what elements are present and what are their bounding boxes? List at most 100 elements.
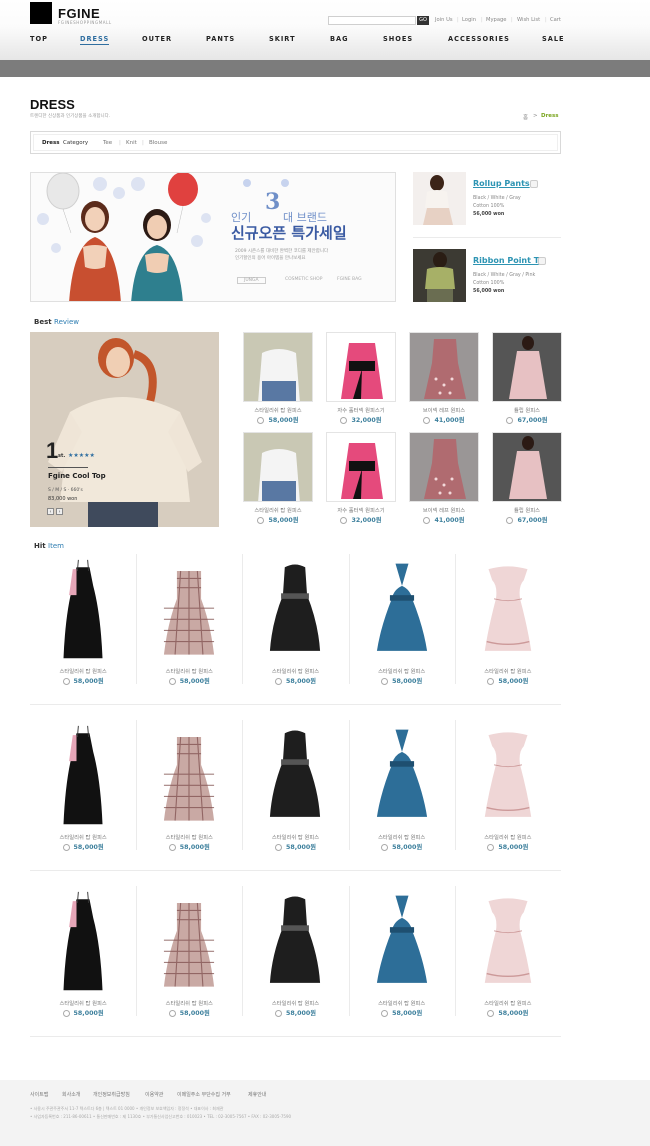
zoom-icon[interactable]	[381, 843, 389, 851]
zoom-icon[interactable]	[274, 677, 282, 685]
product-thumb[interactable]	[409, 332, 479, 402]
side-product-name[interactable]: Ribbon Point T	[473, 256, 539, 265]
zoom-icon[interactable]	[538, 257, 546, 265]
product-name[interactable]: 자수 홀터넥 원피스기	[314, 406, 408, 414]
product-thumb[interactable]	[46, 890, 120, 994]
product-name[interactable]: 튤립 원피스	[480, 406, 574, 414]
product-name[interactable]: 튤립 원피스	[480, 506, 574, 514]
zoom-icon[interactable]	[62, 843, 70, 851]
product-name[interactable]: 스타일리쉬 탑 원피스	[242, 999, 348, 1007]
category-blouse[interactable]: Blouse	[149, 140, 167, 146]
zoom-icon[interactable]	[168, 677, 176, 685]
zoom-icon[interactable]	[274, 1009, 282, 1017]
product-thumb[interactable]	[365, 890, 439, 994]
product-name[interactable]: 스타일리쉬 탑 원피스	[349, 833, 455, 841]
product-name[interactable]: 스타일리쉬 탑 원피스	[30, 999, 136, 1007]
prev-arrow-icon[interactable]: ‹	[47, 508, 54, 515]
zoom-icon[interactable]	[530, 180, 538, 188]
product-thumb[interactable]	[258, 890, 332, 994]
logo-mark[interactable]	[30, 2, 52, 24]
product-thumb[interactable]	[471, 558, 545, 662]
zoom-icon[interactable]	[62, 1009, 70, 1017]
product-thumb[interactable]	[243, 332, 313, 402]
nav-bag[interactable]: BAG	[330, 35, 349, 43]
zoom-icon[interactable]	[381, 677, 389, 685]
util-link-cart[interactable]: Cart	[550, 17, 561, 23]
product-thumb[interactable]	[326, 332, 396, 402]
product-name[interactable]: 브이넥 레프 원피스	[397, 506, 491, 514]
breadcrumb-home[interactable]: 홈	[523, 113, 528, 121]
nav-skirt[interactable]: SKIRT	[269, 35, 296, 43]
zoom-icon[interactable]	[423, 416, 431, 424]
logo[interactable]: FGINE	[58, 6, 100, 21]
nav-top[interactable]: TOP	[30, 35, 48, 43]
zoom-icon[interactable]	[487, 677, 495, 685]
product-name[interactable]: 브이넥 레프 원피스	[397, 406, 491, 414]
product-thumb[interactable]	[152, 558, 226, 662]
zoom-icon[interactable]	[487, 1009, 495, 1017]
feature-product-name[interactable]: Fgine Cool Top	[48, 472, 106, 480]
product-thumb[interactable]	[243, 432, 313, 502]
product-thumb[interactable]	[413, 172, 466, 225]
zoom-icon[interactable]	[506, 416, 514, 424]
product-thumb[interactable]	[365, 558, 439, 662]
footer-link-privacy[interactable]: 개인정보취급방침	[93, 1091, 130, 1098]
product-name[interactable]: 자수 홀터넥 원피스기	[314, 506, 408, 514]
product-name[interactable]: 스타일리쉬 탑 원피스	[349, 667, 455, 675]
product-name[interactable]: 스타일리쉬 탑 원피스	[30, 833, 136, 841]
nav-pants[interactable]: PANTS	[206, 35, 235, 43]
product-thumb[interactable]	[152, 724, 226, 828]
zoom-icon[interactable]	[274, 843, 282, 851]
zoom-icon[interactable]	[168, 843, 176, 851]
footer-link-company[interactable]: 회사소개	[62, 1091, 80, 1098]
product-thumb[interactable]	[492, 432, 562, 502]
util-link-login[interactable]: Login	[462, 17, 476, 23]
util-link-join[interactable]: Join Us	[435, 17, 453, 23]
footer-link-email-policy[interactable]: 이메일주소 무단수집 거부	[177, 1091, 231, 1098]
zoom-icon[interactable]	[340, 516, 348, 524]
footer-link-partnership[interactable]: 제휴안내	[248, 1091, 266, 1098]
product-name[interactable]: 스타일리쉬 탑 원피스	[136, 833, 242, 841]
product-thumb[interactable]	[152, 890, 226, 994]
product-thumb[interactable]	[258, 724, 332, 828]
zoom-icon[interactable]	[381, 1009, 389, 1017]
best-review-feature[interactable]: 1 st. ★★★★★ Fgine Cool Top S / M / S · 6…	[30, 332, 219, 527]
product-name[interactable]: 스타일리쉬 탑 원피스	[455, 833, 561, 841]
footer-link-sitemap[interactable]: 사이트맵	[30, 1091, 48, 1098]
product-name[interactable]: 스타일리쉬 탑 원피스	[136, 667, 242, 675]
product-thumb[interactable]	[471, 890, 545, 994]
product-name[interactable]: 스타일리쉬 탑 원피스	[455, 667, 561, 675]
nav-shoes[interactable]: SHOES	[383, 35, 413, 43]
footer-link-terms[interactable]: 이용약관	[145, 1091, 163, 1098]
product-thumb[interactable]	[46, 724, 120, 828]
next-arrow-icon[interactable]: ›	[56, 508, 63, 515]
product-name[interactable]: 스타일리쉬 탑 원피스	[349, 999, 455, 1007]
zoom-icon[interactable]	[62, 677, 70, 685]
zoom-icon[interactable]	[168, 1009, 176, 1017]
product-thumb[interactable]	[46, 558, 120, 662]
search-input[interactable]	[328, 16, 416, 25]
product-thumb[interactable]	[258, 558, 332, 662]
product-thumb[interactable]	[326, 432, 396, 502]
nav-dress[interactable]: DRESS	[80, 35, 110, 45]
util-link-mypage[interactable]: Mypage	[486, 17, 507, 23]
product-name[interactable]: 스타일리쉬 탑 원피스	[231, 506, 325, 514]
util-link-wishlist[interactable]: Wish List	[517, 17, 540, 23]
nav-outer[interactable]: OUTER	[142, 35, 172, 43]
nav-accessories[interactable]: ACCESSORIES	[448, 35, 510, 43]
zoom-icon[interactable]	[487, 843, 495, 851]
zoom-icon[interactable]	[257, 516, 265, 524]
category-tee[interactable]: Tee	[103, 140, 112, 146]
side-product-name[interactable]: Rollup Pants	[473, 179, 530, 188]
zoom-icon[interactable]	[257, 416, 265, 424]
product-thumb[interactable]	[409, 432, 479, 502]
zoom-icon[interactable]	[340, 416, 348, 424]
product-name[interactable]: 스타일리쉬 탑 원피스	[242, 667, 348, 675]
product-name[interactable]: 스타일리쉬 탑 원피스	[136, 999, 242, 1007]
search-go-button[interactable]: GO	[417, 16, 429, 25]
product-name[interactable]: 스타일리쉬 탑 원피스	[30, 667, 136, 675]
category-knit[interactable]: Knit	[126, 140, 137, 146]
product-thumb[interactable]	[492, 332, 562, 402]
product-name[interactable]: 스타일리쉬 탑 원피스	[231, 406, 325, 414]
product-thumb[interactable]	[471, 724, 545, 828]
